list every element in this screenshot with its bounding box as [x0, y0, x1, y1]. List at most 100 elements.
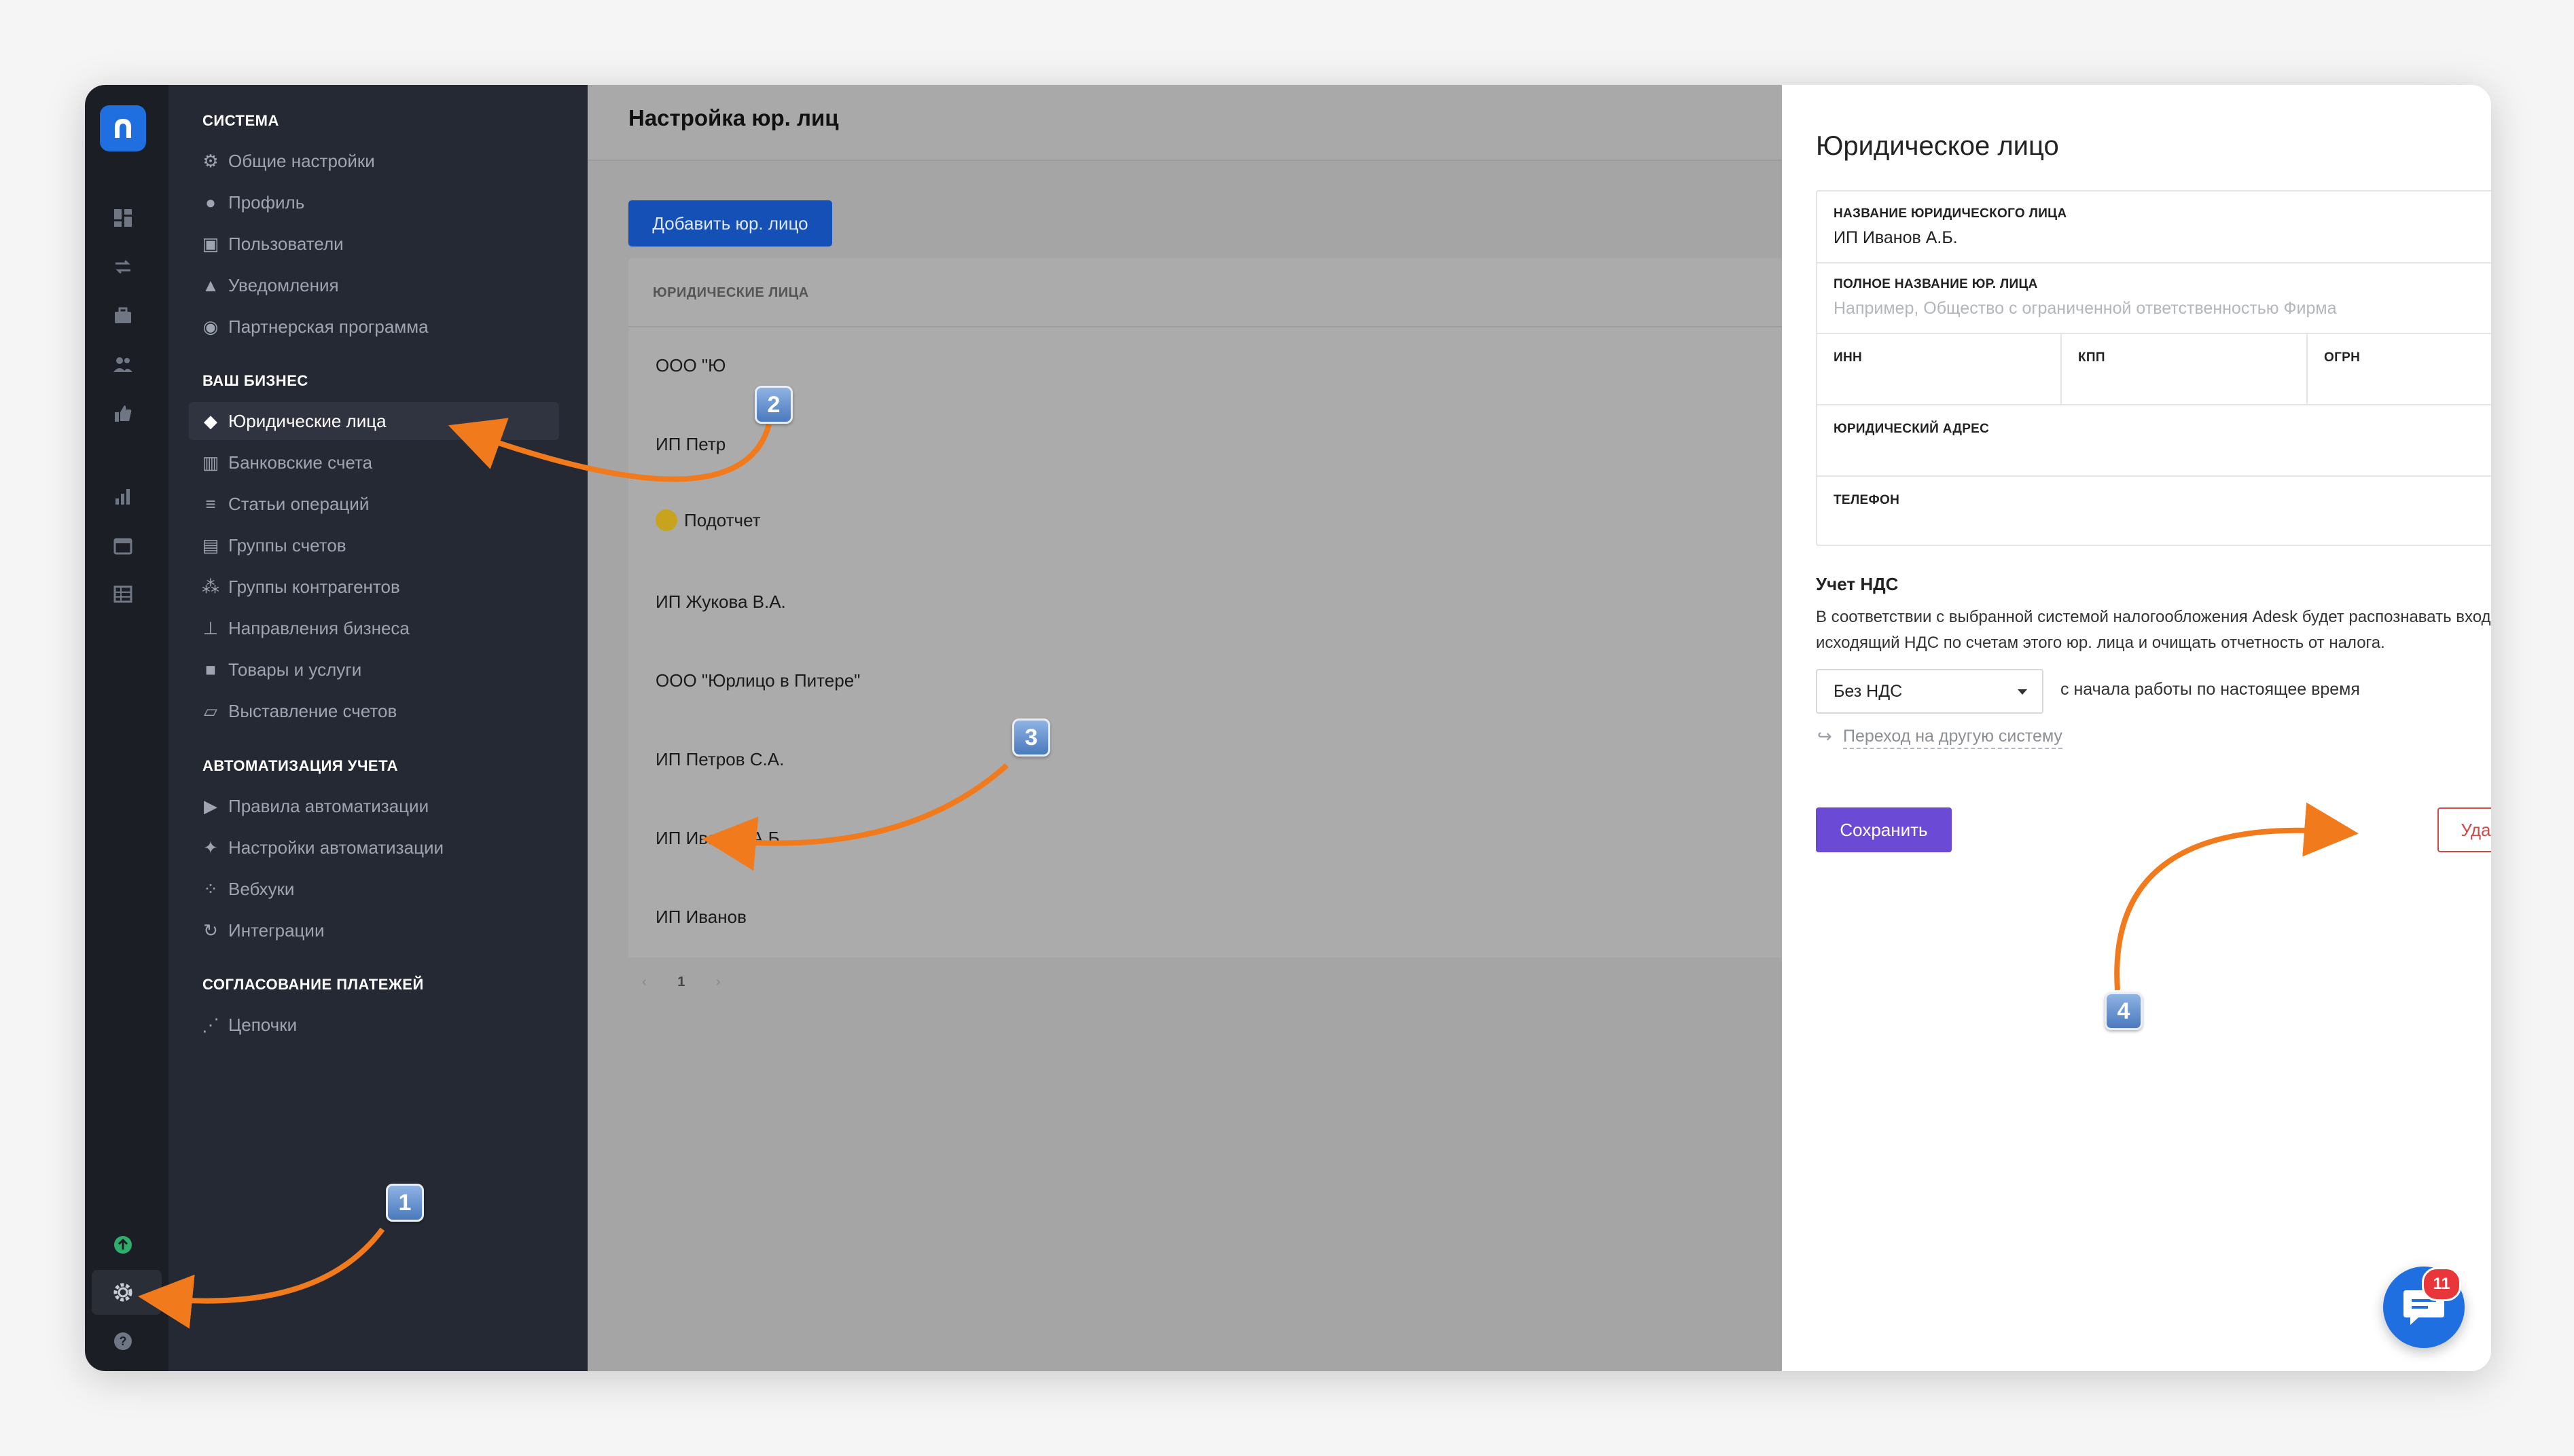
save-button[interactable]: Сохранить	[1816, 807, 1952, 852]
list-item[interactable]: ИП Петр	[656, 434, 726, 455]
pager-page[interactable]: 1	[677, 975, 685, 989]
sidebar-item-users[interactable]: ▣ Пользователи	[189, 225, 559, 263]
chat-unread-badge: 11	[2422, 1267, 2461, 1301]
address-field[interactable]: ЮРИДИЧЕСКИЙ АДРЕС	[1817, 405, 2491, 477]
ogrn-label[interactable]: ОГРН	[2324, 350, 2360, 365]
section-title-system: СИСТЕМА	[202, 112, 279, 129]
upgrade-icon[interactable]	[111, 1233, 135, 1257]
sidebar-item-bank-accounts[interactable]: ▥ Банковские счета	[189, 443, 559, 481]
app-logo[interactable]	[100, 105, 146, 151]
chevron-down-icon	[2018, 689, 2027, 695]
bar-chart-icon[interactable]	[111, 484, 135, 509]
table-icon[interactable]	[111, 582, 135, 606]
name-label: НАЗВАНИЕ ЮРИДИЧЕСКОГО ЛИЦА	[1834, 206, 2067, 221]
app-window: ? СИСТЕМА ⚙ Общие настройки ● Профиль ▣ Пол…	[85, 85, 2491, 1371]
vat-period-note: с начала работы по настоящее время	[2060, 680, 2360, 699]
list-item[interactable]: ИП Петров С.А.	[656, 749, 784, 770]
sidebar-item-integrations[interactable]: ↻ Интеграции	[189, 911, 559, 949]
switch-system-link[interactable]: Переход на другую систему	[1843, 727, 2062, 749]
sidebar-item-automation-settings[interactable]: ✦ Настройки автоматизации	[189, 829, 559, 867]
logo-icon	[115, 119, 131, 138]
main-content: Настройка юр. лиц Добавить юр. лицо ЮРИД…	[588, 85, 1782, 1371]
list-item[interactable]: ИП Жукова В.А.	[656, 592, 786, 613]
name-field[interactable]: НАЗВАНИЕ ЮРИДИЧЕСКОГО ЛИЦА ИП Иванов А.Б…	[1817, 192, 2491, 263]
box-icon: ■	[205, 659, 216, 680]
vat-description: В соответствии с выбранной системой нало…	[1816, 608, 2491, 652]
vat-select[interactable]: Без НДС	[1816, 669, 2043, 714]
list-header: ЮРИДИЧЕСКИЕ ЛИЦА	[628, 258, 1782, 327]
webhook-icon: ⁘	[203, 878, 218, 899]
magic-wand-icon: ✦	[203, 837, 218, 858]
cogs-icon: ⚙	[202, 150, 219, 171]
user-icon: ●	[205, 192, 216, 213]
sidebar-item-business-directions[interactable]: ⊥ Направления бизнеса	[189, 609, 559, 647]
users-book-icon: ▣	[202, 233, 219, 254]
sidebar-item-profile[interactable]: ● Профиль	[189, 183, 559, 221]
list-icon: ≡	[205, 493, 216, 514]
briefcase-icon[interactable]	[111, 304, 135, 328]
layers-icon: ◆	[204, 410, 217, 431]
section-title-automation: АВТОМАТИЗАЦИЯ УЧЕТА	[202, 757, 399, 774]
step-badge-1: 1	[386, 1184, 424, 1222]
main-header: Настройка юр. лиц	[588, 85, 1782, 161]
list-item[interactable]: ООО "Юрлицо в Питере"	[656, 670, 860, 691]
icon-rail: ?	[85, 85, 168, 1371]
delete-button[interactable]: Удалить	[2437, 807, 2491, 852]
coins-icon: ◉	[202, 316, 219, 337]
sidebar-item-operation-articles[interactable]: ≡ Статьи операций	[189, 485, 559, 523]
settings-gear-icon[interactable]	[111, 1280, 135, 1305]
phone-label: ТЕЛЕФОН	[1834, 493, 1900, 507]
invoice-icon: ▱	[204, 700, 217, 721]
sidebar-item-products-services[interactable]: ■ Товары и услуги	[189, 651, 559, 689]
calendar-icon[interactable]	[111, 533, 135, 558]
sidebar-item-notifications[interactable]: ▲ Уведомления	[189, 266, 559, 304]
list-item[interactable]: ИП Иванов	[656, 907, 747, 928]
section-title-payments: СОГЛАСОВАНИЕ ПЛАТЕЖЕЙ	[202, 976, 424, 993]
contacts-icon[interactable]	[111, 352, 135, 377]
name-value: ИП Иванов А.Б.	[1834, 228, 1958, 247]
kpp-label[interactable]: КПП	[2078, 350, 2105, 365]
list-item[interactable]: ООО "Ю	[656, 355, 726, 376]
page-title: Настройка юр. лиц	[628, 105, 839, 130]
step-badge-4: 4	[2105, 992, 2143, 1030]
phone-field[interactable]: ТЕЛЕФОН	[1817, 477, 2491, 545]
thumbs-up-icon[interactable]	[111, 401, 135, 426]
svg-text:?: ?	[120, 1334, 127, 1348]
sidebar-item-automation-rules[interactable]: ▶ Правила автоматизации	[189, 787, 559, 825]
requisites-row: ИНН КПП ОГРН	[1817, 334, 2491, 405]
sidebar-item-invoicing[interactable]: ▱ Выставление счетов	[189, 692, 559, 730]
sidebar-item-legal-entities[interactable]: ◆ Юридические лица	[189, 402, 559, 440]
legal-entity-drawer: Юридическое лицо НАЗВАНИЕ ЮРИДИЧЕСКОГО Л…	[1782, 85, 2491, 1371]
sidebar-item-chains[interactable]: ⋰ Цепочки	[189, 1006, 559, 1044]
sidebar-item-partner-program[interactable]: ◉ Партнерская программа	[189, 308, 559, 346]
chain-icon: ⋰	[202, 1014, 219, 1035]
section-title-business: ВАШ БИЗНЕС	[202, 372, 308, 389]
coin-icon	[656, 509, 677, 531]
transfer-icon[interactable]	[111, 255, 135, 279]
list-item[interactable]: Подотчет	[656, 509, 761, 531]
sidebar-item-counterparty-groups[interactable]: ⁂ Группы контрагентов	[189, 568, 559, 606]
help-icon[interactable]: ?	[111, 1329, 135, 1353]
address-label: ЮРИДИЧЕСКИЙ АДРЕС	[1834, 422, 1990, 436]
full-name-field[interactable]: ПОЛНОЕ НАЗВАНИЕ ЮР. ЛИЦА Например, Общес…	[1817, 263, 2491, 334]
bell-icon: ▲	[202, 274, 219, 295]
sitemap-icon: ⊥	[202, 617, 219, 638]
pager-next[interactable]: ›	[716, 975, 721, 989]
sync-icon: ↻	[203, 920, 218, 941]
vat-select-value: Без НДС	[1834, 681, 1903, 701]
sidebar-item-webhooks[interactable]: ⁘ Вебхуки	[189, 870, 559, 908]
sidebar-item-account-groups[interactable]: ▤ Группы счетов	[189, 526, 559, 564]
inn-label[interactable]: ИНН	[1834, 350, 1862, 365]
vat-title: Учет НДС	[1816, 574, 1899, 594]
drawer-title: Юридическое лицо	[1816, 131, 2059, 161]
sidebar-item-general-settings[interactable]: ⚙ Общие настройки	[189, 142, 559, 180]
stack-icon: ▤	[202, 534, 219, 556]
dashboard-icon[interactable]	[111, 206, 135, 230]
pager-prev[interactable]: ‹	[642, 975, 647, 989]
full-name-placeholder: Например, Общество с ограниченной ответс…	[1834, 299, 2337, 318]
legal-entity-form: НАЗВАНИЕ ЮРИДИЧЕСКОГО ЛИЦА ИП Иванов А.Б…	[1816, 190, 2491, 546]
people-group-icon: ⁂	[202, 576, 219, 597]
list-item[interactable]: ИП Иванов А.Б.	[656, 828, 785, 849]
full-name-label: ПОЛНОЕ НАЗВАНИЕ ЮР. ЛИЦА	[1834, 277, 2038, 291]
add-legal-entity-button[interactable]: Добавить юр. лицо	[628, 200, 832, 247]
